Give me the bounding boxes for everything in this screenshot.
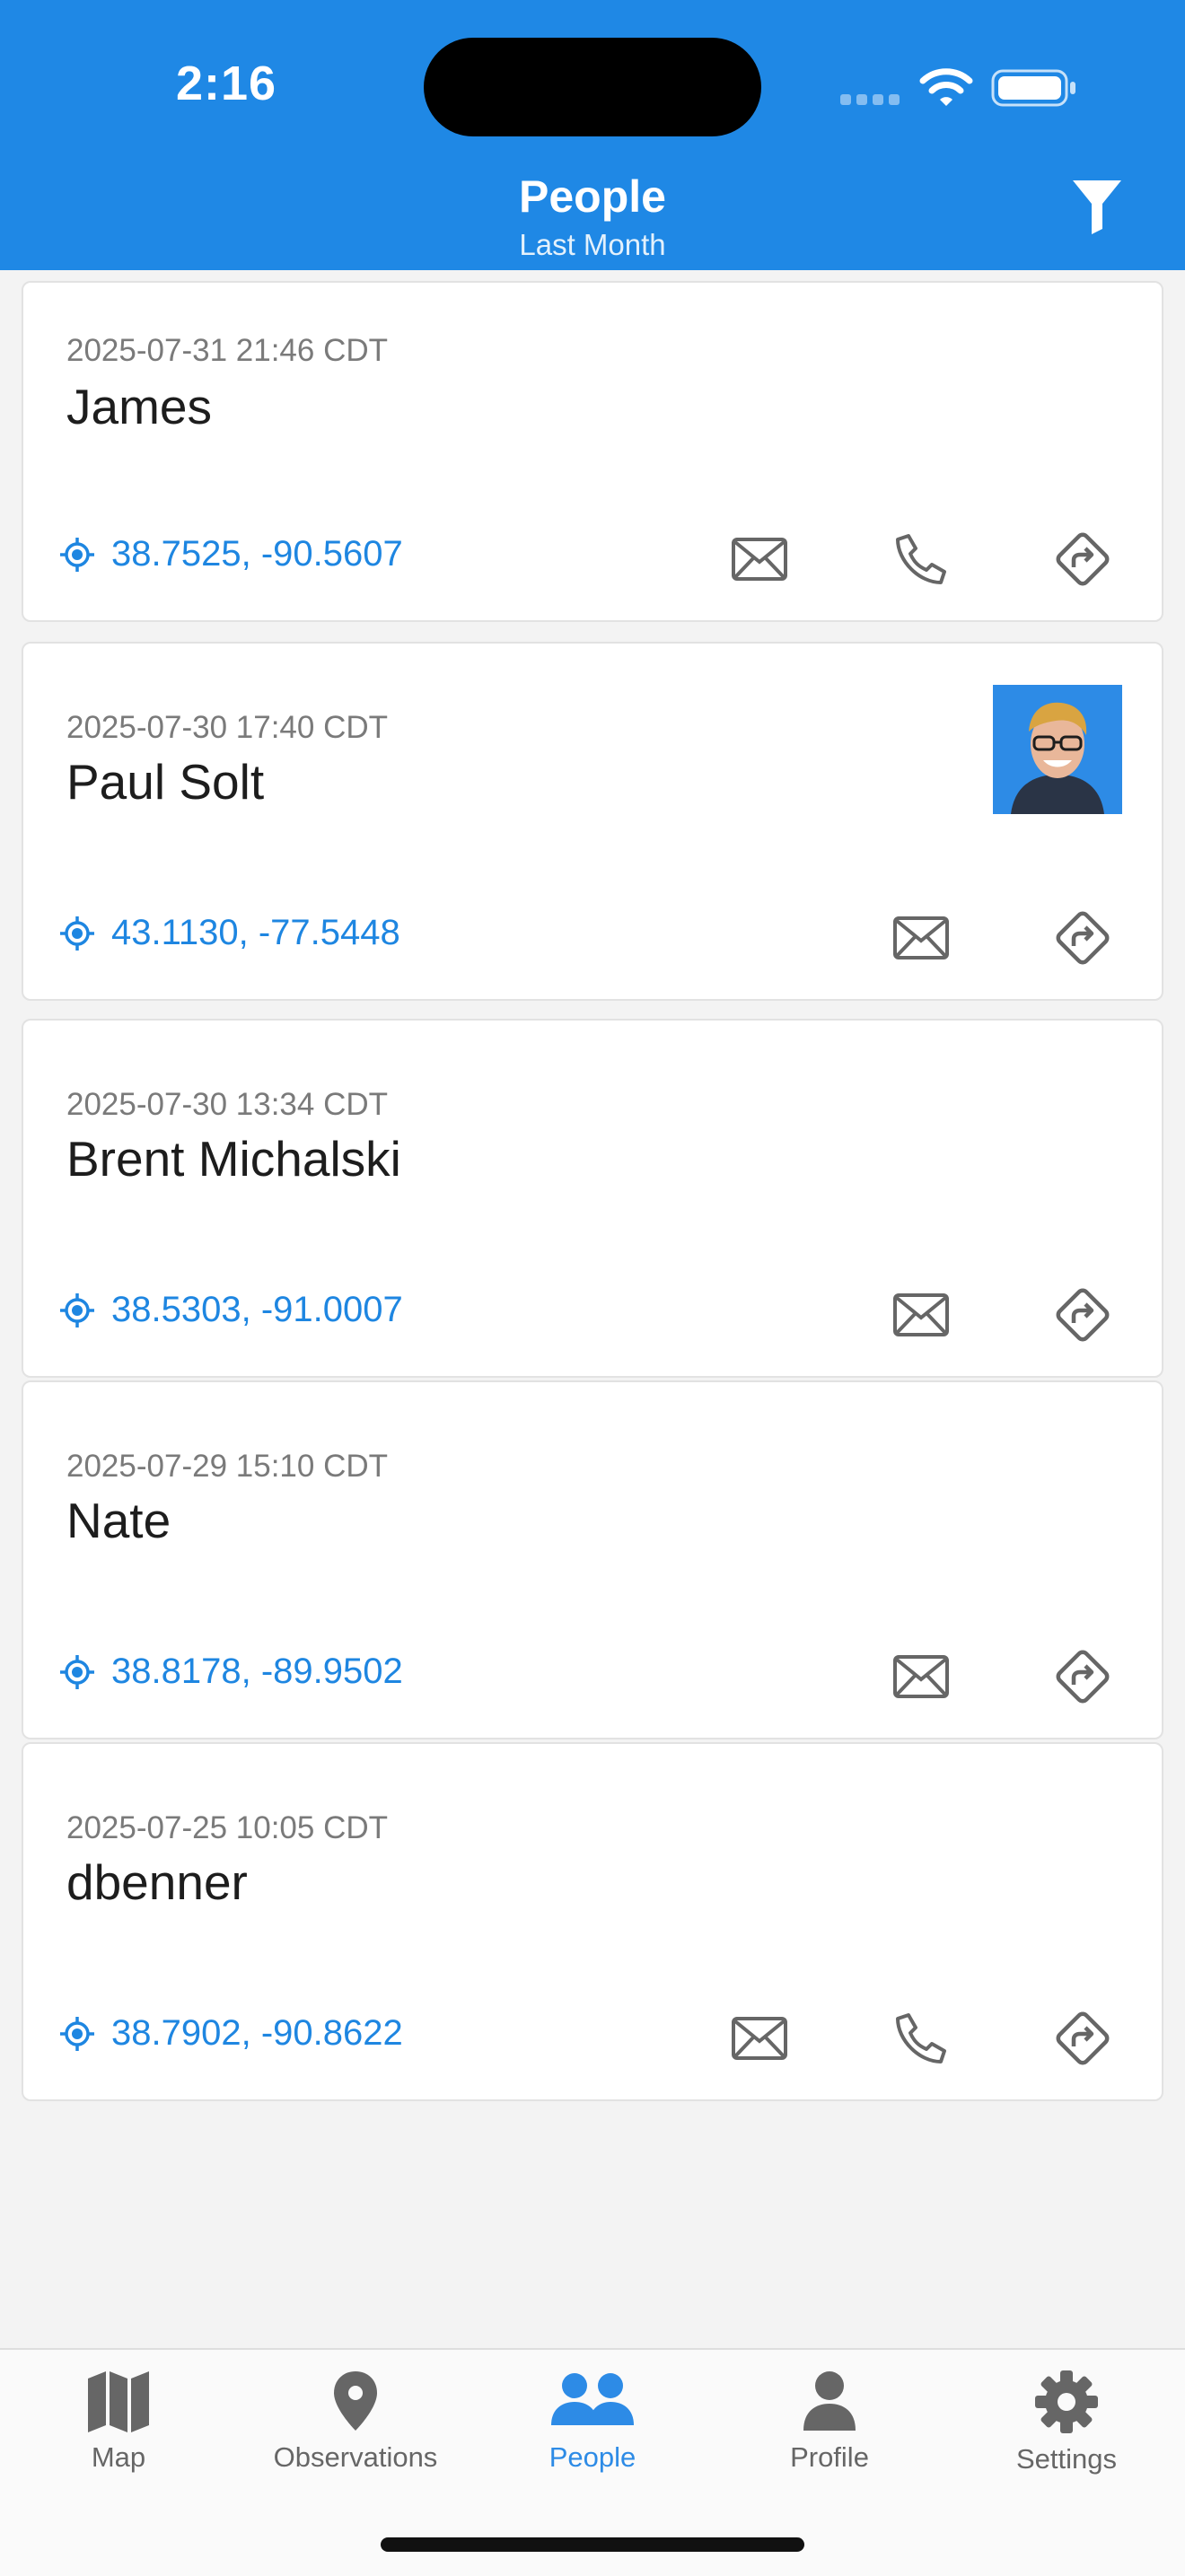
tab-profile[interactable]: Profile	[711, 2370, 948, 2504]
status-time: 2:16	[176, 57, 277, 110]
directions-icon	[1051, 1645, 1114, 1708]
header-bar: 2:16 People Last Month	[0, 0, 1185, 270]
tab-people[interactable]: People	[474, 2370, 711, 2504]
tab-label: People	[549, 2441, 636, 2473]
location-icon	[59, 537, 111, 573]
directions-button[interactable]	[1047, 523, 1119, 595]
location-coordinates: 43.1130, -77.5448	[111, 913, 400, 952]
person-timestamp: 2025-07-31 21:46 CDT	[66, 333, 388, 368]
email-button[interactable]	[724, 2002, 795, 2074]
location-link[interactable]: 38.8178, -89.9502	[59, 1652, 403, 1692]
person-card[interactable]: 2025-07-29 15:10 CDT Nate 38.8178, -89.950…	[22, 1380, 1163, 1739]
cellular-signal-icon	[840, 93, 905, 105]
location-coordinates: 38.8178, -89.9502	[111, 1652, 403, 1691]
location-coordinates: 38.7525, -90.5607	[111, 534, 403, 574]
envelope-icon	[731, 537, 788, 582]
pin-icon	[334, 2371, 377, 2431]
gear-icon	[1035, 2370, 1098, 2433]
home-indicator	[381, 2537, 804, 2552]
location-link[interactable]: 43.1130, -77.5448	[59, 913, 400, 953]
directions-icon	[1051, 1284, 1114, 1346]
call-button[interactable]	[885, 523, 957, 595]
email-button[interactable]	[885, 1641, 957, 1713]
person-timestamp: 2025-07-29 15:10 CDT	[66, 1449, 388, 1484]
avatar[interactable]	[993, 685, 1122, 814]
tab-observations[interactable]: Observations	[237, 2370, 474, 2504]
tab-label: Observations	[273, 2441, 438, 2473]
battery-icon	[991, 69, 1075, 107]
tab-label: Profile	[790, 2441, 869, 2473]
call-button[interactable]	[885, 2002, 957, 2074]
directions-button[interactable]	[1047, 902, 1119, 974]
directions-button[interactable]	[1047, 2002, 1119, 2074]
directions-icon	[1051, 907, 1114, 969]
envelope-icon	[892, 1292, 950, 1337]
location-link[interactable]: 38.5303, -91.0007	[59, 1290, 403, 1330]
email-button[interactable]	[724, 523, 795, 595]
location-link[interactable]: 38.7902, -90.8622	[59, 2013, 403, 2054]
app-root: 2:16 People Last Month 2025-07-31 21:46 …	[0, 0, 1185, 2576]
wifi-icon	[919, 68, 973, 106]
location-link[interactable]: 38.7525, -90.5607	[59, 534, 403, 574]
directions-button[interactable]	[1047, 1279, 1119, 1351]
location-coordinates: 38.7902, -90.8622	[111, 2013, 403, 2053]
map-icon	[88, 2371, 149, 2432]
person-name: dbenner	[66, 1854, 248, 1910]
location-icon	[59, 1292, 111, 1328]
person-card[interactable]: 2025-07-25 10:05 CDT dbenner 38.7902, -90.…	[22, 1742, 1163, 2101]
phone-icon	[894, 532, 948, 586]
envelope-icon	[892, 1654, 950, 1699]
tab-map[interactable]: Map	[0, 2370, 237, 2504]
person-timestamp: 2025-07-30 13:34 CDT	[66, 1087, 388, 1122]
page-subtitle: Last Month	[519, 228, 666, 261]
filter-icon	[1073, 180, 1121, 234]
person-name: Nate	[66, 1493, 171, 1548]
person-card[interactable]: 2025-07-31 21:46 CDT James 38.7525, -90.56…	[22, 281, 1163, 622]
filter-button[interactable]	[1068, 176, 1126, 239]
directions-button[interactable]	[1047, 1641, 1119, 1713]
person-timestamp: 2025-07-30 17:40 CDT	[66, 710, 388, 745]
tab-label: Map	[91, 2441, 146, 2473]
people-icon	[551, 2373, 634, 2425]
email-button[interactable]	[885, 902, 957, 974]
phone-icon	[894, 2011, 948, 2065]
tab-settings[interactable]: Settings	[948, 2370, 1185, 2504]
dynamic-island	[424, 38, 761, 136]
tab-label: Settings	[1015, 2443, 1117, 2475]
page-title: People	[519, 171, 666, 222]
email-button[interactable]	[885, 1279, 957, 1351]
directions-icon	[1051, 528, 1114, 591]
person-name: Brent Michalski	[66, 1131, 401, 1187]
person-timestamp: 2025-07-25 10:05 CDT	[66, 1810, 388, 1845]
envelope-icon	[892, 916, 950, 960]
person-card[interactable]: 2025-07-30 17:40 CDT Paul Solt 43.1130, -7…	[22, 642, 1163, 1001]
location-icon	[59, 2016, 111, 2052]
person-card[interactable]: 2025-07-30 13:34 CDT Brent Michalski 38.53…	[22, 1019, 1163, 1378]
directions-icon	[1051, 2007, 1114, 2070]
location-icon	[59, 916, 111, 951]
person-icon	[803, 2371, 856, 2431]
person-name: Paul Solt	[66, 754, 265, 810]
location-coordinates: 38.5303, -91.0007	[111, 1290, 403, 1329]
person-name: James	[66, 379, 212, 434]
location-icon	[59, 1654, 111, 1690]
envelope-icon	[731, 2016, 788, 2061]
